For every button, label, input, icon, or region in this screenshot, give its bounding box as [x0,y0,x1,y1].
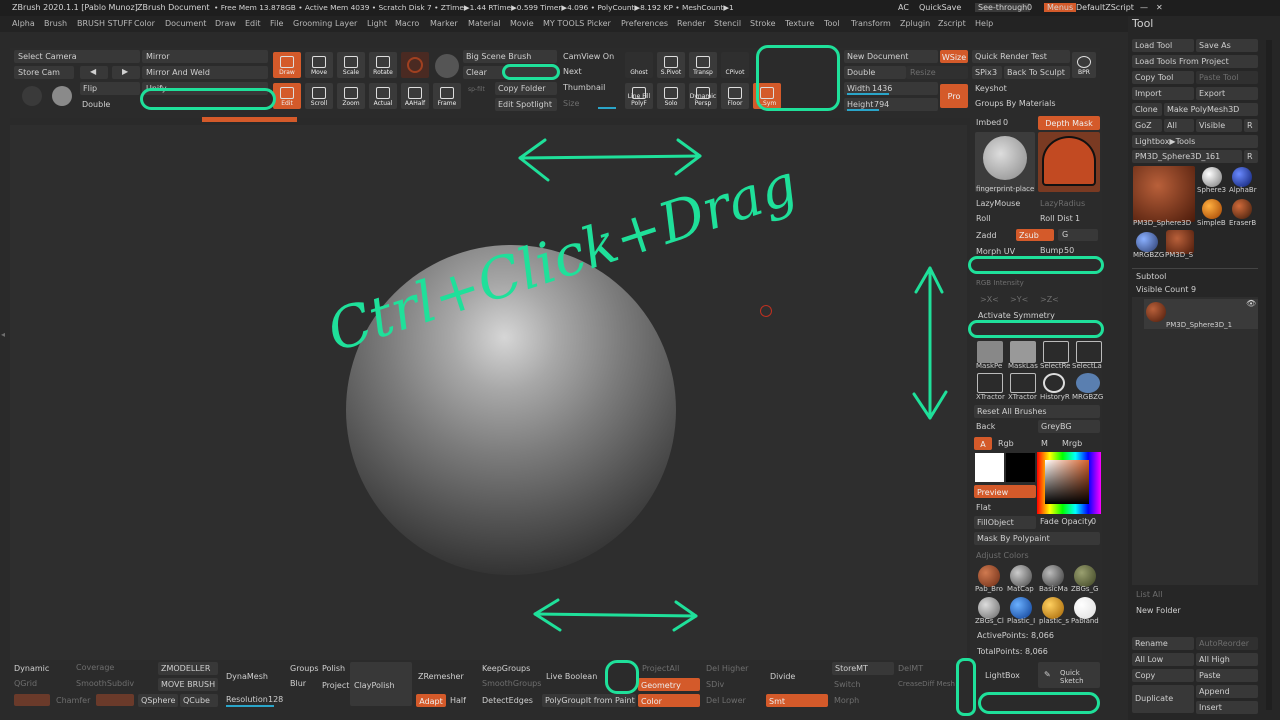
annotation-arrows [518,138,948,632]
arrow-bottom-horizontal [533,612,698,618]
arrow-top-horizontal [518,154,702,160]
